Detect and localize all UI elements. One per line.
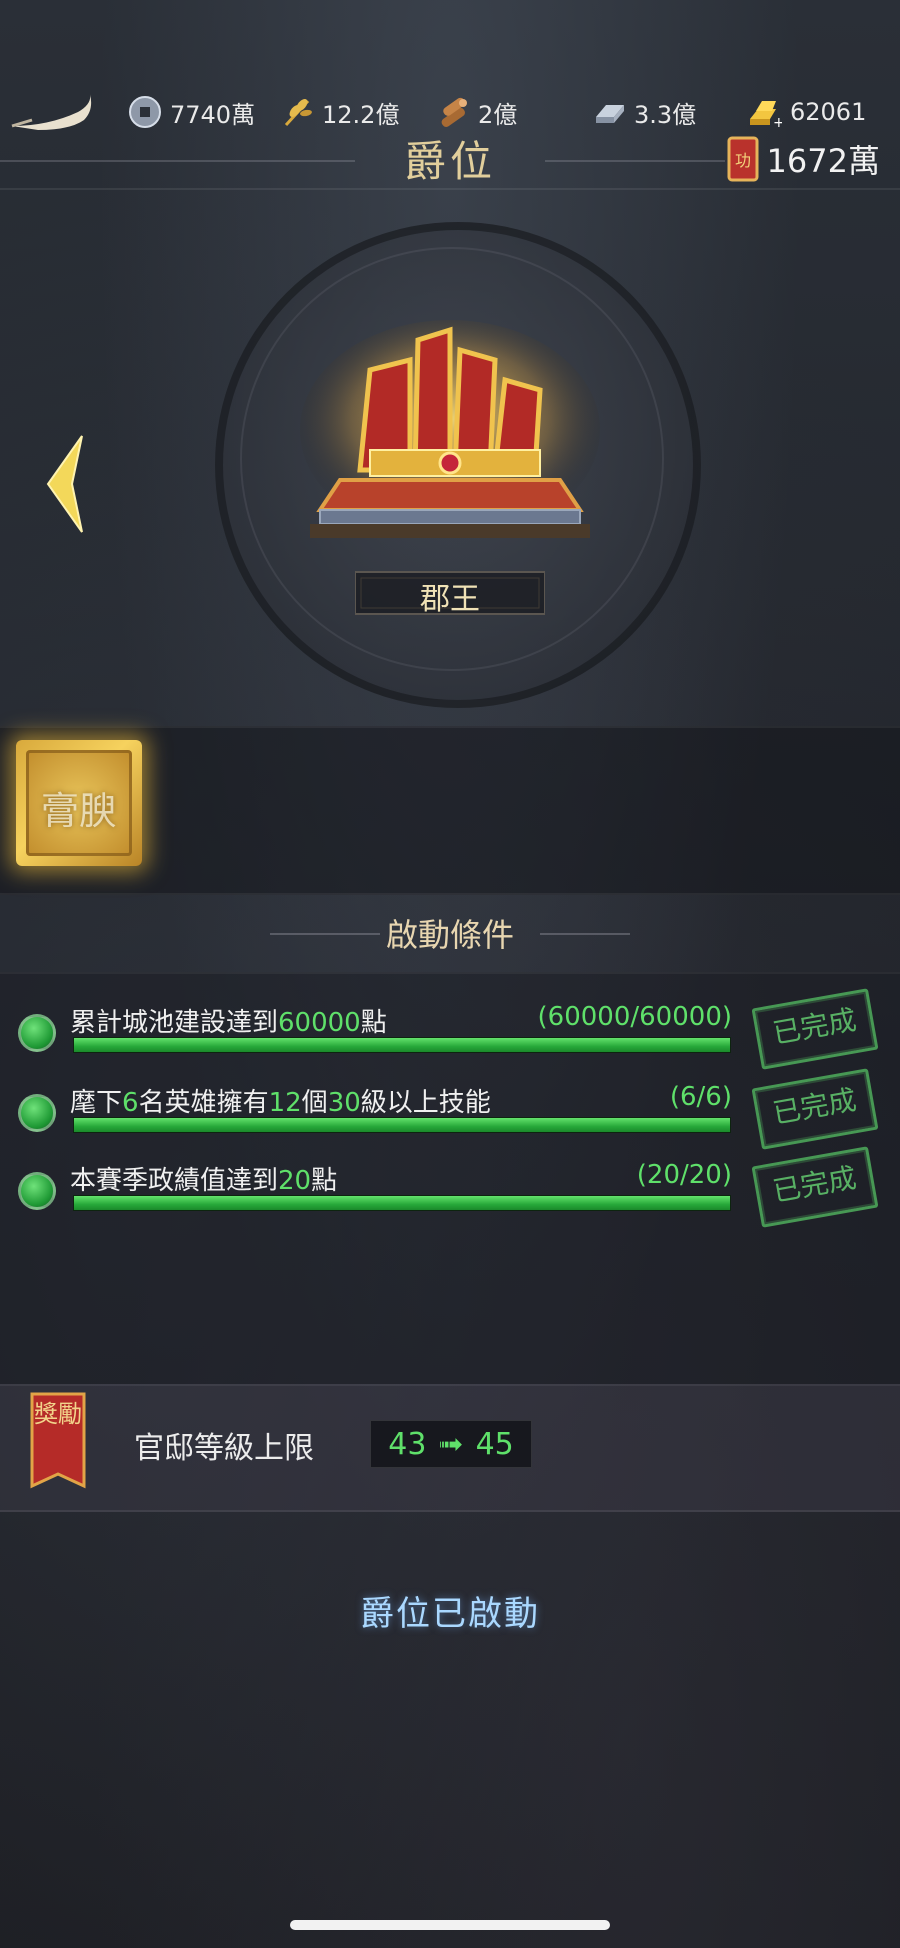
top-divider bbox=[0, 188, 900, 190]
condition-status-dot-icon bbox=[18, 1014, 56, 1052]
activated-status: 爵位已啟動 bbox=[360, 1594, 540, 1634]
merit-counter: 功 1672萬 bbox=[727, 136, 880, 182]
top-resource-bar: 7740萬 12.2億 2億 3.3億 + 62061 爵位 功 1672萬 bbox=[0, 0, 900, 190]
condition-highlight: 20 bbox=[278, 1166, 312, 1196]
resource-wood: 2億 bbox=[436, 92, 517, 132]
resource-iron: 3.3億 bbox=[592, 92, 696, 132]
wood-icon bbox=[441, 97, 467, 127]
condition-text-part: 麾下 bbox=[70, 1088, 123, 1118]
condition-highlight: 60000 bbox=[278, 1008, 361, 1038]
crown-icon bbox=[300, 320, 600, 540]
completed-stamp: 已完成 bbox=[751, 1146, 879, 1228]
svg-text:功: 功 bbox=[735, 151, 751, 170]
condition-text-part: 名英雄擁有 bbox=[138, 1088, 269, 1118]
gold-bar-icon: + bbox=[750, 101, 782, 129]
condition-progress-bar bbox=[73, 1195, 731, 1211]
arrow-right-icon: ➟ bbox=[438, 1426, 464, 1462]
home-indicator[interactable] bbox=[290, 1920, 610, 1930]
condition-progress-fill bbox=[74, 1038, 730, 1052]
resource-iron-value: 3.3億 bbox=[634, 100, 697, 129]
condition-highlight: 12 bbox=[268, 1088, 302, 1118]
resource-wood-value: 2億 bbox=[478, 100, 518, 129]
condition-progress: (6/6) bbox=[669, 1082, 732, 1112]
wheat-icon bbox=[284, 99, 312, 127]
condition-row: 累計城池建設達到60000點 (60000/60000) 已完成 bbox=[0, 988, 900, 1070]
reward-label: 官邸等級上限 bbox=[134, 1431, 314, 1466]
condition-progress: (20/20) bbox=[636, 1160, 732, 1190]
condition-progress-fill bbox=[74, 1118, 730, 1132]
bonus-label: 膏腴 bbox=[40, 789, 117, 833]
conditions-heading: 啟動條件 bbox=[385, 916, 514, 954]
completed-stamp: 已完成 bbox=[751, 1068, 879, 1150]
resource-gold[interactable]: + 62061 bbox=[748, 92, 866, 132]
condition-highlight: 6 bbox=[122, 1088, 139, 1118]
reward-from-value: 43 bbox=[388, 1426, 427, 1462]
condition-progress-bar bbox=[73, 1037, 731, 1053]
condition-progress: (60000/60000) bbox=[537, 1002, 732, 1032]
merit-token-icon: 功 bbox=[727, 136, 759, 182]
merit-value: 1672萬 bbox=[766, 142, 880, 180]
reward-value-box: 43 ➟ 45 bbox=[370, 1420, 532, 1468]
condition-highlight: 30 bbox=[327, 1088, 361, 1118]
rank-name: 郡王 bbox=[420, 582, 480, 617]
condition-text-part: 累計城池建設達到 bbox=[70, 1008, 279, 1038]
condition-text-part: 本賽季政績值達到 bbox=[70, 1166, 279, 1196]
resource-grain: 12.2億 bbox=[280, 92, 399, 132]
condition-text-part: 點 bbox=[311, 1166, 338, 1196]
completed-stamp: 已完成 bbox=[751, 988, 879, 1070]
condition-text: 麾下6名英雄擁有12個30級以上技能 bbox=[70, 1082, 491, 1119]
coin-icon bbox=[129, 96, 161, 128]
reward-banner-label: 獎勵 bbox=[34, 1400, 82, 1428]
resource-grain-value: 12.2億 bbox=[322, 100, 400, 129]
conditions-panel: 累計城池建設達到60000點 (60000/60000) 已完成 麾下6名英雄擁… bbox=[0, 972, 900, 1384]
condition-text-part: 級以上技能 bbox=[360, 1088, 491, 1118]
condition-row: 麾下6名英雄擁有12個30級以上技能 (6/6) 已完成 bbox=[0, 1068, 900, 1150]
condition-text-part: 個 bbox=[301, 1088, 328, 1118]
reward-to-value: 45 bbox=[475, 1426, 514, 1462]
resource-gold-value: 62061 bbox=[790, 98, 867, 126]
condition-text: 本賽季政績值達到20點 bbox=[70, 1160, 337, 1197]
condition-progress-fill bbox=[74, 1196, 730, 1210]
back-arrow-icon[interactable] bbox=[8, 86, 98, 132]
condition-status-dot-icon bbox=[18, 1172, 56, 1210]
condition-status-dot-icon bbox=[18, 1094, 56, 1132]
resource-coin: 7740萬 bbox=[128, 92, 255, 132]
condition-row: 本賽季政績值達到20點 (20/20) 已完成 bbox=[0, 1146, 900, 1228]
condition-text-part: 點 bbox=[360, 1008, 387, 1038]
condition-text: 累計城池建設達到60000點 bbox=[70, 1002, 387, 1039]
condition-progress-bar bbox=[73, 1117, 731, 1133]
svg-text:+: + bbox=[773, 115, 782, 129]
iron-icon bbox=[596, 105, 624, 123]
chevron-left-icon[interactable] bbox=[42, 432, 88, 536]
resource-coin-value: 7740萬 bbox=[170, 100, 256, 129]
